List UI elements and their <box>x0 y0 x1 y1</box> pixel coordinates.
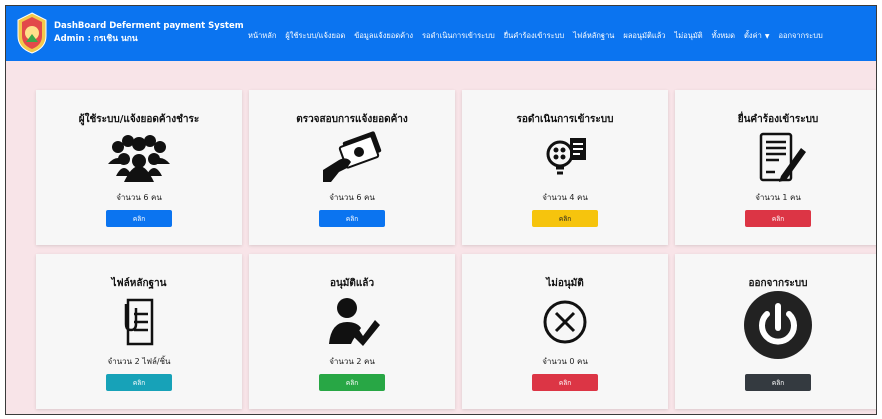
circle-x-icon <box>543 300 587 344</box>
card-count: จำนวน 6 คน <box>329 193 375 202</box>
card-rejected: ไม่อนุมัติ จำนวน 0 คน คลิก <box>462 254 668 409</box>
card-title: ผู้ใช้ระบบ/แจ้งยอดค้างชำระ <box>78 114 200 125</box>
admin-label: Admin : กรเชิน นกน <box>54 34 138 44</box>
app-title: DashBoard Deferment payment System <box>54 21 244 31</box>
card-title: ไฟล์หลักฐาน <box>111 278 167 289</box>
card-count: จำนวน 0 คน <box>542 357 588 366</box>
card-evidence: ไฟล์หลักฐาน จำนวน 2 ไฟล์/ชิ้น คลิก <box>36 254 242 409</box>
app-frame: DashBoard Deferment payment System Admin… <box>5 5 877 415</box>
nav-logout[interactable]: ออกจากระบบ <box>778 30 822 42</box>
card-check-outstanding: ตรวจสอบการแจ้งยอดค้าง จำนวน 6 คน คลิก <box>249 90 455 245</box>
brand: DashBoard Deferment payment System Admin… <box>54 20 244 46</box>
school-logo-icon <box>17 12 47 54</box>
card-request-button[interactable]: คลิก <box>745 210 811 227</box>
nav-rejected[interactable]: ไม่อนุมัติ <box>675 30 703 42</box>
card-title: รอดำเนินการเข้าระบบ <box>516 114 614 125</box>
idea-document-icon <box>546 138 586 175</box>
nav-evidence[interactable]: ไฟล์หลักฐาน <box>573 30 614 42</box>
card-count: จำนวน 1 คน <box>755 193 801 202</box>
nav-approved[interactable]: ผลอนุมัติแล้ว <box>623 30 665 42</box>
card-users: ผู้ใช้ระบบ/แจ้งยอดค้างชำระ จำนวน 6 คน คล… <box>36 90 242 245</box>
card-title: อนุมัติแล้ว <box>329 278 375 289</box>
card-count: จำนวน 6 คน <box>116 193 162 202</box>
card-approved-button[interactable]: คลิก <box>319 374 385 391</box>
card-count: จำนวน 2 คน <box>329 357 375 366</box>
top-navbar: DashBoard Deferment payment System Admin… <box>6 6 876 61</box>
card-title: ยื่นคำร้องเข้าระบบ <box>737 114 819 125</box>
contract-pen-icon <box>759 132 806 182</box>
document-clip-icon <box>124 298 154 346</box>
card-logout: ออกจากระบบ คลิก <box>675 254 876 409</box>
caret-down-icon: ▼ <box>764 33 770 40</box>
card-title: ออกจากระบบ <box>748 278 808 289</box>
card-count: จำนวน 4 คน <box>542 193 588 202</box>
card-evidence-button[interactable]: คลิก <box>106 374 172 391</box>
nav-all[interactable]: ทั้งหมด <box>712 30 735 42</box>
card-rejected-button[interactable]: คลิก <box>532 374 598 391</box>
users-group-icon <box>108 135 170 182</box>
nav-users[interactable]: ผู้ใช้ระบบ/แจ้งยอด <box>285 30 345 42</box>
dashboard-grid: ผู้ใช้ระบบ/แจ้งยอดค้างชำระ จำนวน 6 คน คล… <box>36 90 876 409</box>
nav-settings-label: ตั้งค่า <box>744 31 762 40</box>
money-hand-icon <box>323 131 382 182</box>
card-request: ยื่นคำร้องเข้าระบบ จำนวน 1 คน คลิก <box>675 90 876 245</box>
user-check-icon <box>329 298 380 346</box>
nav-outstanding[interactable]: ข้อมูลแจ้งยอดค้าง <box>354 30 413 42</box>
power-icon <box>744 291 812 359</box>
card-approved: อนุมัติแล้ว จำนวน 2 คน คลิก <box>249 254 455 409</box>
nav-pending[interactable]: รอดำเนินการเข้าระบบ <box>422 30 495 42</box>
card-check-button[interactable]: คลิก <box>319 210 385 227</box>
nav-home[interactable]: หน้าหลัก <box>248 30 276 42</box>
card-title: ตรวจสอบการแจ้งยอดค้าง <box>296 114 408 125</box>
nav-settings[interactable]: ตั้งค่า ▼ <box>744 30 769 42</box>
card-users-button[interactable]: คลิก <box>106 210 172 227</box>
main-nav: หน้าหลัก ผู้ใช้ระบบ/แจ้งยอด ข้อมูลแจ้งยอ… <box>248 30 823 42</box>
card-pending-button[interactable]: คลิก <box>532 210 598 227</box>
card-pending: รอดำเนินการเข้าระบบ จำนวน 4 คน คลิก <box>462 90 668 245</box>
card-logout-button[interactable]: คลิก <box>745 374 811 391</box>
card-title: ไม่อนุมัติ <box>546 278 584 289</box>
card-count: จำนวน 2 ไฟล์/ชิ้น <box>107 357 171 366</box>
nav-request[interactable]: ยื่นคำร้องเข้าระบบ <box>504 30 564 42</box>
